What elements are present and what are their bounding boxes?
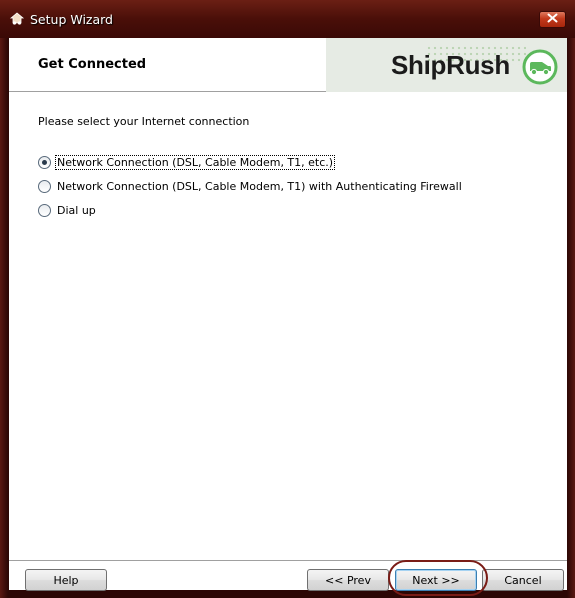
window-title: Setup Wizard [30, 12, 113, 27]
next-button-highlight-annotation [388, 560, 488, 596]
logo-wordmark: ShipRush [391, 50, 510, 80]
setup-wizard-window: Setup Wizard Get Connected ShipRush Plea… [0, 0, 575, 598]
wizard-header: Get Connected ShipRush [9, 38, 567, 92]
option-label: Network Connection (DSL, Cable Modem, T1… [57, 179, 462, 193]
help-button[interactable]: Help [25, 569, 107, 591]
shiprush-logo: ShipRush [326, 38, 567, 92]
radio-network-firewall[interactable] [38, 179, 51, 193]
page-title: Get Connected [38, 57, 147, 72]
title-bar[interactable]: Setup Wizard [0, 0, 575, 38]
option-label: Network Connection (DSL, Cable Modem, T1… [54, 154, 336, 170]
radio-dial-up[interactable] [38, 203, 51, 217]
wizard-client-area: Get Connected ShipRush Please select you… [9, 38, 567, 590]
close-button[interactable] [539, 11, 566, 28]
app-icon [9, 11, 25, 25]
option-network-firewall[interactable]: Network Connection (DSL, Cable Modem, T1… [38, 178, 463, 194]
option-network-connection[interactable]: Network Connection (DSL, Cable Modem, T1… [38, 154, 336, 170]
option-label: Dial up [57, 203, 96, 217]
close-icon [547, 13, 558, 26]
prev-button[interactable]: << Prev [307, 569, 389, 591]
delivery-truck-icon [522, 49, 558, 85]
cancel-button[interactable]: Cancel [482, 569, 564, 591]
radio-network-connection[interactable] [38, 155, 51, 169]
connection-prompt: Please select your Internet connection [38, 115, 250, 128]
option-dial-up[interactable]: Dial up [38, 202, 97, 218]
wizard-body: Please select your Internet connection N… [9, 93, 567, 558]
